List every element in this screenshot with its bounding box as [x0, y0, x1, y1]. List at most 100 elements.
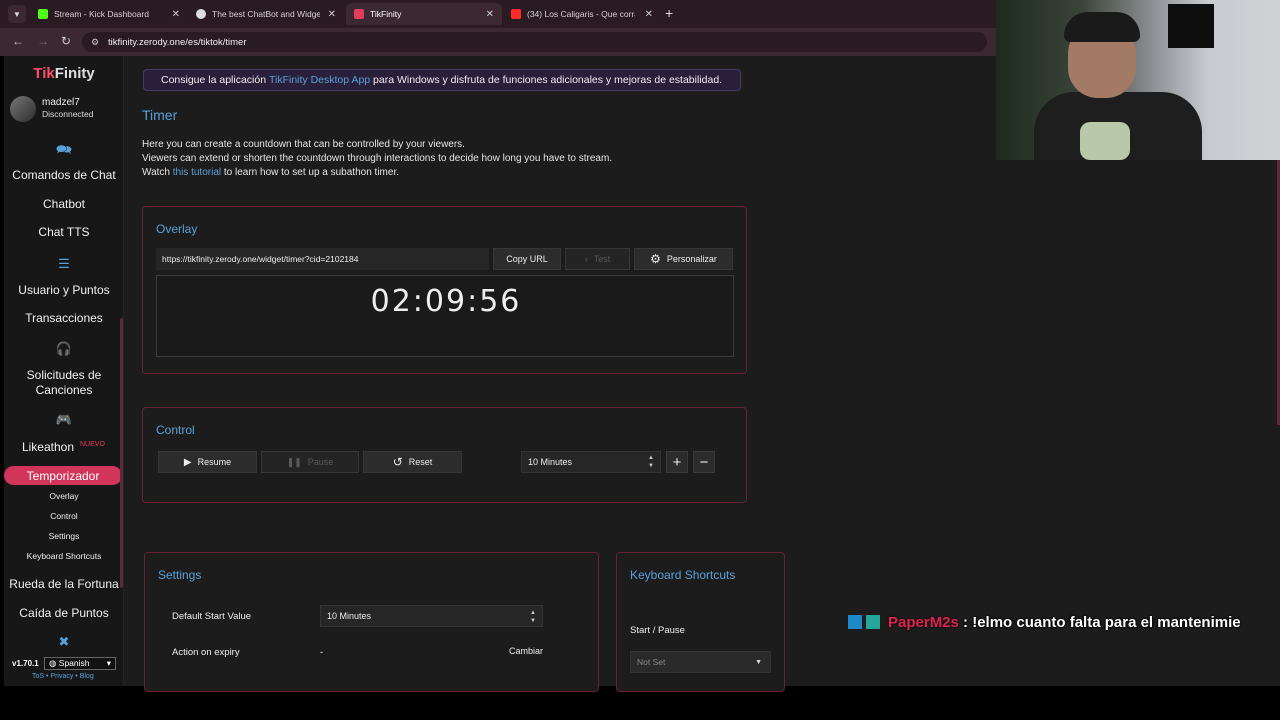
- sidebar-subitem-overlay[interactable]: Overlay: [4, 491, 124, 501]
- copy-url-button[interactable]: Copy URL: [493, 248, 561, 270]
- desc3-pre: Watch: [142, 167, 173, 178]
- close-tab-icon[interactable]: ✕: [328, 9, 336, 20]
- tikfinity-logo[interactable]: TikFinity: [4, 65, 124, 82]
- pause-icon: ❚❚: [286, 456, 302, 467]
- pause-button[interactable]: ❚❚ Pause: [261, 451, 359, 473]
- username: madzel7: [42, 97, 80, 108]
- chat-username: PaperM2s: [888, 613, 959, 631]
- forward-arrow-icon[interactable]: →: [37, 34, 49, 48]
- site-info-icon[interactable]: ⚙: [91, 37, 99, 48]
- caret-down-icon: ▼: [755, 658, 762, 666]
- sidebar-subitem-control[interactable]: Control: [4, 511, 124, 521]
- user-profile[interactable]: madzel7 Disconnected: [10, 94, 122, 124]
- sidebar-subitem-keyboard-shortcuts[interactable]: Keyboard Shortcuts: [4, 551, 124, 561]
- default-start-value: 10 Minutes: [327, 611, 372, 621]
- browser-tab-tikfinity[interactable]: TikFinity ✕: [346, 3, 502, 25]
- start-pause-shortcut-select[interactable]: Not Set ▼: [630, 651, 771, 673]
- language-select[interactable]: ◍ Spanish ▾: [44, 657, 116, 670]
- webcam-feed: [996, 0, 1280, 160]
- logo-part-tik: Tik: [33, 65, 55, 82]
- browser-tab-kick[interactable]: Stream - Kick Dashboard ✕: [30, 3, 188, 25]
- stepper-arrows-icon[interactable]: ▲ ▼: [530, 609, 536, 625]
- tutorial-link[interactable]: this tutorial: [173, 167, 221, 178]
- privacy-link[interactable]: Privacy: [50, 673, 73, 680]
- countdown-display: 02:09:56: [370, 284, 522, 319]
- headphones-icon: 🎧: [55, 341, 73, 356]
- tikfinity-favicon-icon: [354, 9, 364, 19]
- minus-icon: −: [699, 453, 709, 471]
- new-badge: NUEVO: [80, 441, 105, 448]
- sidebar-item-transactions[interactable]: Transacciones: [4, 311, 124, 326]
- reload-icon[interactable]: ↻: [61, 34, 71, 48]
- webcam-background-tv: [1168, 4, 1214, 48]
- keyboard-shortcuts-title: Keyboard Shortcuts: [630, 568, 736, 582]
- close-tab-icon[interactable]: ✕: [645, 9, 653, 20]
- pause-label: Pause: [307, 457, 334, 467]
- stream-chat-message: PaperM2s : !elmo cuanto falta para el ma…: [848, 611, 1280, 633]
- overlay-url-field[interactable]: https://tikfinity.zerody.one/widget/time…: [156, 248, 489, 270]
- version-label: v1.70.1: [12, 659, 39, 668]
- stepper-arrows-icon[interactable]: ▲ ▼: [648, 454, 654, 470]
- sidebar-item-points-drop[interactable]: Caída de Puntos: [4, 606, 124, 621]
- default-start-stepper[interactable]: 10 Minutes ▲ ▼: [320, 605, 543, 627]
- tab-title: (34) Los Caligaris - Que corran: [527, 9, 635, 19]
- resume-button[interactable]: ▶ Resume: [158, 451, 257, 473]
- avatar: [10, 96, 36, 122]
- browser-tab-youtube[interactable]: (34) Los Caligaris - Que corran ✕: [503, 3, 661, 25]
- url-text: tikfinity.zerody.one/es/tiktok/timer: [108, 36, 247, 48]
- add-time-button[interactable]: +: [666, 451, 688, 473]
- chatbot-favicon-icon: [196, 9, 206, 19]
- chevron-right-icon: ›: [584, 254, 588, 264]
- sidebar-item-wheel-of-fortune[interactable]: Rueda de la Fortuna: [4, 577, 124, 592]
- sidebar-item-likeathon[interactable]: Likeathon: [4, 440, 92, 455]
- sidebar-subitem-settings[interactable]: Settings: [4, 531, 124, 541]
- browser-tab-chatbot[interactable]: The best ChatBot and Widgets ✕: [188, 3, 344, 25]
- close-tab-icon[interactable]: ✕: [486, 9, 494, 20]
- plus-icon: +: [672, 453, 682, 471]
- sidebar-item-chat-tts[interactable]: Chat TTS: [4, 225, 124, 240]
- sidebar-item-timer[interactable]: Temporizador: [4, 466, 122, 485]
- start-pause-label: Start / Pause: [630, 625, 685, 636]
- webcam-shirt-print: [1080, 122, 1130, 160]
- list-icon: ☰: [58, 256, 70, 271]
- customize-button[interactable]: ⚙ Personalizar: [634, 248, 733, 270]
- reset-button[interactable]: ↺ Reset: [363, 451, 462, 473]
- desktop-app-banner: Consigue la aplicación TikFinity Desktop…: [143, 69, 741, 91]
- back-arrow-icon[interactable]: ←: [12, 34, 24, 48]
- tab-title: The best ChatBot and Widgets: [212, 9, 320, 19]
- globe-icon: ◍: [49, 658, 59, 668]
- logo-part-finity: Finity: [54, 65, 95, 82]
- reset-label: Reset: [408, 457, 433, 467]
- sidebar-item-chat-commands[interactable]: Comandos de Chat: [4, 168, 124, 183]
- chevron-down-icon: ▾: [106, 658, 111, 668]
- sidebar: TikFinity madzel7 Disconnected 🗪 Comando…: [4, 56, 124, 686]
- kick-favicon-icon: [38, 9, 48, 19]
- sidebar-item-users-points[interactable]: Usuario y Puntos: [4, 283, 124, 298]
- footer-links: ToS • Privacy • Blog: [32, 673, 94, 680]
- overlay-title: Overlay: [156, 222, 198, 236]
- description-line-3: Watch this tutorial to learn how to set …: [142, 167, 399, 178]
- new-tab-plus-icon[interactable]: +: [665, 5, 673, 21]
- address-bar[interactable]: ⚙ tikfinity.zerody.one/es/tiktok/timer: [82, 32, 987, 52]
- sidebar-scrollbar[interactable]: [120, 318, 123, 588]
- test-button[interactable]: › Test: [565, 248, 630, 270]
- tab-search-button[interactable]: ▼: [8, 5, 26, 23]
- reset-icon: ↺: [392, 455, 403, 469]
- duration-value: 10 Minutes: [528, 457, 573, 467]
- settings-title: Settings: [158, 568, 202, 582]
- expiry-action-value: -: [320, 647, 324, 658]
- close-tab-icon[interactable]: ✕: [172, 9, 180, 20]
- change-expiry-link[interactable]: Cambiar: [509, 646, 543, 656]
- duration-stepper[interactable]: 10 Minutes ▲ ▼: [521, 451, 661, 473]
- sidebar-item-song-requests[interactable]: Solicitudes de Canciones: [4, 368, 124, 398]
- tos-link[interactable]: ToS: [32, 673, 44, 680]
- subtract-time-button[interactable]: −: [693, 451, 715, 473]
- page-title: Timer: [142, 107, 178, 123]
- sidebar-item-chatbot[interactable]: Chatbot: [4, 197, 124, 212]
- blog-link[interactable]: Blog: [80, 673, 94, 680]
- customize-label: Personalizar: [666, 254, 717, 264]
- desc3-post: to learn how to set up a subathon timer.: [221, 167, 399, 178]
- desktop-app-link[interactable]: TikFinity Desktop App: [269, 74, 370, 86]
- chat-badge-icon: [866, 615, 880, 629]
- browser-tab-strip: ▼ Stream - Kick Dashboard ✕ The best Cha…: [0, 0, 996, 28]
